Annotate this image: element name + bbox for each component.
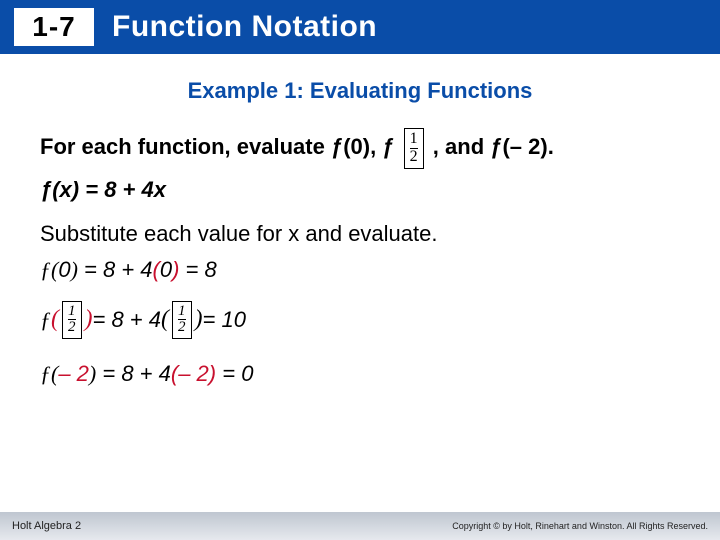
red-paren-open-icon: ( xyxy=(51,306,59,333)
rhs-a: = 8 + 4 xyxy=(93,307,162,333)
footer-right: Copyright © by Holt, Rinehart and Winsto… xyxy=(452,521,708,531)
sub-value: – 2 xyxy=(178,361,209,386)
work-line-1: ƒ(0) = 8 + 4(0) = 8 xyxy=(40,257,680,283)
section-number: 1-7 xyxy=(32,11,75,43)
fx-label: ƒ xyxy=(40,307,51,333)
fraction-numerator: 1 xyxy=(178,304,186,320)
fraction-numerator: 1 xyxy=(68,304,76,320)
result: = 8 xyxy=(179,257,216,282)
arg-value: 0 xyxy=(58,257,70,282)
problem-prefix: For each function, evaluate ƒ(0), ƒ xyxy=(40,134,395,159)
fraction-denominator: 2 xyxy=(178,319,186,336)
fraction-sub-icon: 1 2 xyxy=(172,301,192,340)
rhs-a: = 8 + 4 xyxy=(78,257,153,282)
fx-open: ƒ( xyxy=(40,257,58,282)
rhs-a: = 8 + 4 xyxy=(96,361,171,386)
fraction-denominator: 2 xyxy=(410,148,418,166)
slide: 1-7 Function Notation Example 1: Evaluat… xyxy=(0,0,720,540)
function-definition: ƒ(x) = 8 + 4x xyxy=(40,177,680,203)
fraction-numerator: 1 xyxy=(410,131,418,148)
result: = 10 xyxy=(203,307,246,333)
header-title: Function Notation xyxy=(112,10,377,44)
section-number-box: 1-7 xyxy=(14,8,94,46)
fraction-one-half-icon: 1 2 xyxy=(404,128,424,169)
problem-suffix: , and ƒ(– 2). xyxy=(433,134,554,159)
example-title: Example 1: Evaluating Functions xyxy=(0,78,720,104)
work-line-3: ƒ(– 2) = 8 + 4(– 2) = 0 xyxy=(40,361,680,387)
work-line-2: ƒ ( 1 2 ) = 8 + 4 ( 1 2 ) = 10 xyxy=(40,301,680,340)
fraction-arg-icon: 1 2 xyxy=(62,301,82,340)
header-bar: 1-7 Function Notation xyxy=(0,0,720,54)
result: = 0 xyxy=(216,361,253,386)
paren-close-icon: ) xyxy=(195,306,203,333)
problem-statement: For each function, evaluate ƒ(0), ƒ 1 2 … xyxy=(40,128,680,169)
content-area: For each function, evaluate ƒ(0), ƒ 1 2 … xyxy=(0,128,720,387)
red-paren-close-icon: ) xyxy=(85,306,93,333)
sub-value: 0 xyxy=(160,257,172,282)
footer-bar: Holt Algebra 2 Copyright © by Holt, Rine… xyxy=(0,512,720,540)
red-paren-open: ( xyxy=(153,257,160,282)
fx-open: ƒ( xyxy=(40,361,58,386)
explanation-text: Substitute each value for x and evaluate… xyxy=(40,221,680,247)
paren-open-icon: ( xyxy=(161,306,169,333)
arg-value: – 2 xyxy=(58,361,89,386)
fx-close: ) xyxy=(71,257,78,282)
footer-left: Holt Algebra 2 xyxy=(12,520,81,532)
fraction-denominator: 2 xyxy=(68,319,76,336)
